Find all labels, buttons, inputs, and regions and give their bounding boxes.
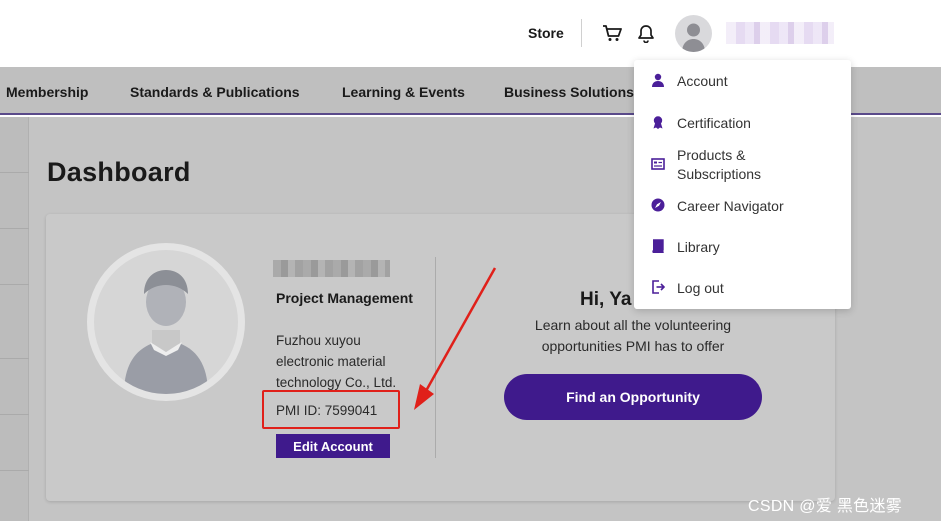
menu-item-products-subscriptions[interactable]: Products & Subscriptions <box>634 146 851 186</box>
menu-item-label: Products & Subscriptions <box>677 147 762 182</box>
edit-account-button[interactable]: Edit Account <box>276 434 390 458</box>
menu-item-logout[interactable]: Log out <box>634 273 851 303</box>
menu-item-account[interactable]: Account <box>634 67 851 97</box>
greeting: Hi, Ya <box>580 289 632 310</box>
profile-organization: Fuzhou xuyou electronic material technol… <box>276 333 397 390</box>
profile-name-redacted <box>273 260 390 277</box>
book-icon <box>652 239 664 253</box>
nav-business-solutions[interactable]: Business Solutions <box>504 84 634 100</box>
volunteer-text: Learn about all the volunteering opportu… <box>534 317 732 354</box>
sidebar-divider <box>0 470 29 471</box>
menu-item-label: Library <box>677 239 720 255</box>
nav-membership[interactable]: Membership <box>6 84 88 100</box>
page-title: Dashboard <box>47 157 191 187</box>
avatar-silhouette-icon <box>682 23 705 52</box>
bell-icon[interactable] <box>637 24 655 43</box>
nav-learning-events[interactable]: Learning & Events <box>342 84 465 100</box>
nav-standards-publications[interactable]: Standards & Publications <box>130 84 300 100</box>
sidebar-divider <box>0 228 29 229</box>
sidebar-divider <box>0 414 29 415</box>
account-dropdown: Account Certification Products & Subscri… <box>634 60 851 309</box>
sidebar-divider <box>0 284 29 285</box>
menu-item-label: Log out <box>677 280 724 296</box>
sidebar-divider <box>0 172 29 173</box>
store-link[interactable]: Store <box>528 25 564 41</box>
menu-item-label: Account <box>677 73 728 89</box>
top-bar: Store <box>0 0 941 67</box>
user-name-redacted[interactable] <box>726 22 834 44</box>
cart-icon[interactable] <box>602 24 622 42</box>
sidebar-divider <box>0 358 29 359</box>
menu-item-career-navigator[interactable]: Career Navigator <box>634 191 851 221</box>
menu-item-library[interactable]: Library <box>634 232 851 262</box>
annotation-highlight-box <box>262 390 400 429</box>
logout-icon <box>652 280 665 294</box>
profile-avatar <box>87 243 245 401</box>
menu-item-label: Career Navigator <box>677 198 784 214</box>
watermark: CSDN @爱 黑色迷雾 <box>748 498 903 515</box>
profile-title: Project Management <box>276 290 413 306</box>
annotation-arrow-icon <box>414 267 497 410</box>
find-opportunity-button[interactable]: Find an Opportunity <box>504 374 762 420</box>
menu-item-label: Certification <box>677 115 751 131</box>
badge-icon <box>653 116 663 129</box>
left-sidebar <box>0 117 29 521</box>
navigator-icon <box>651 198 665 212</box>
avatar[interactable] <box>675 15 712 52</box>
profile-silhouette-icon <box>94 250 238 394</box>
menu-item-certification[interactable]: Certification <box>634 108 851 138</box>
header-divider <box>581 19 582 47</box>
person-icon <box>652 73 664 87</box>
products-icon <box>651 158 665 170</box>
